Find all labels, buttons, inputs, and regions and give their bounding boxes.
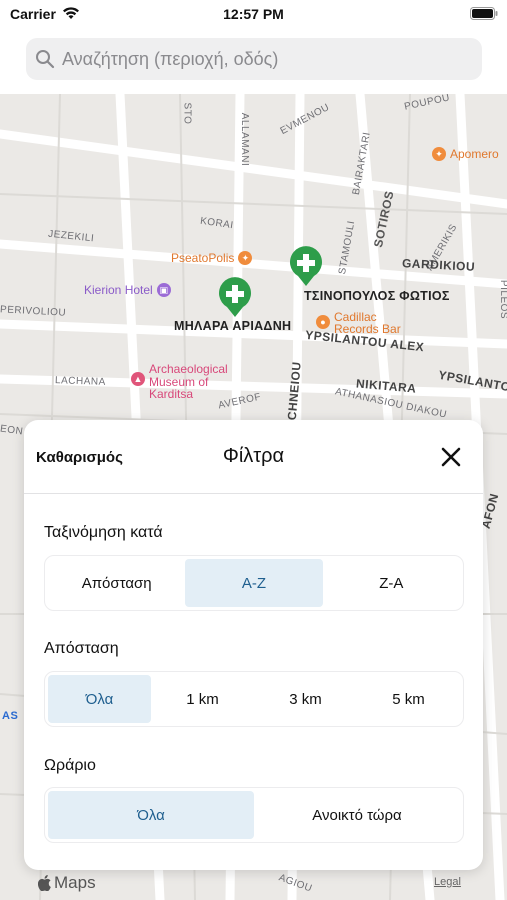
hours-option-open-now[interactable]: Ανοικτό τώρα — [254, 791, 460, 839]
sort-option-a-z[interactable]: A-Z — [185, 559, 323, 607]
status-time: 12:57 PM — [223, 6, 284, 22]
filter-sheet-title: Φίλτρα — [222, 445, 285, 467]
museum-icon: ▲ — [131, 372, 145, 386]
pharmacy-label: ΜΗΛΑΡΑ ΑΡΙΑΔΝΗ — [174, 319, 292, 333]
distance-segmented-control: Όλα 1 km 3 km 5 km — [44, 671, 464, 727]
poi-label: Apomero — [450, 147, 499, 161]
search-area — [0, 30, 507, 94]
pharmacy-pin-icon[interactable] — [217, 276, 253, 318]
search-box[interactable] — [26, 38, 482, 80]
street-label: ALLAMANI — [239, 112, 251, 167]
sort-option-z-a[interactable]: Z-A — [323, 559, 460, 607]
distance-option-3km[interactable]: 3 km — [254, 675, 357, 723]
close-button[interactable] — [438, 444, 464, 470]
street-label: STO — [181, 102, 193, 125]
bar-icon: ● — [316, 315, 330, 329]
pharmacy-pin-icon[interactable] — [288, 245, 324, 287]
poi-label: Archaeological Museum of Karditsa — [149, 362, 228, 401]
poi-museum[interactable]: ▲ Archaeological Museum of Karditsa — [131, 363, 228, 401]
restaurant-icon: ✦ — [432, 147, 446, 161]
hours-segmented-control: Όλα Ανοικτό τώρα — [44, 787, 464, 843]
poi-label: Cadillac Records Bar — [334, 310, 401, 336]
street-label: AS — [2, 710, 19, 722]
hours-section-label: Ωράριο — [44, 757, 96, 774]
poi-apomero[interactable]: ✦ Apomero — [432, 147, 499, 161]
filter-sheet-header: Καθαρισμός Φίλτρα — [24, 420, 483, 494]
battery-icon — [470, 7, 498, 20]
filter-sheet: Καθαρισμός Φίλτρα Ταξινόμηση κατά Απόστα… — [24, 420, 483, 870]
distance-option-1km[interactable]: 1 km — [151, 675, 254, 723]
distance-option-all[interactable]: Όλα — [48, 675, 151, 723]
sort-segmented-control: Απόσταση A-Z Z-A — [44, 555, 464, 611]
distance-option-5km[interactable]: 5 km — [357, 675, 460, 723]
distance-section-label: Απόσταση — [44, 640, 119, 657]
legal-link[interactable]: Legal — [434, 876, 461, 888]
maps-logo-text: Maps — [54, 873, 96, 892]
maps-logo: Maps — [38, 873, 96, 893]
poi-cadillac[interactable]: ● Cadillac Records Bar — [316, 311, 401, 335]
poi-kierion-hotel[interactable]: Kierion Hotel ▣ — [84, 283, 171, 297]
poi-label: Kierion Hotel — [84, 283, 153, 297]
poi-label: PseatoPolis — [171, 251, 235, 265]
hours-option-all[interactable]: Όλα — [48, 791, 254, 839]
hotel-icon: ▣ — [156, 283, 171, 297]
apple-icon — [38, 875, 51, 891]
restaurant-icon: ✦ — [238, 251, 253, 265]
search-input[interactable] — [62, 38, 472, 80]
status-bar: Carrier 12:57 PM — [0, 0, 507, 30]
street-label: PILEOS — [498, 279, 507, 320]
pharmacy-label: ΤΣΙΝΟΠΟΥΛΟΣ ΦΩΤΙΟΣ — [304, 289, 450, 303]
close-icon — [441, 447, 461, 467]
search-icon — [36, 50, 55, 69]
sort-section-label: Ταξινόμηση κατά — [44, 524, 163, 541]
street-label: LACHANA — [54, 375, 106, 388]
poi-pseatopolis[interactable]: PseatoPolis ✦ — [171, 251, 253, 265]
sort-option-distance[interactable]: Απόσταση — [48, 559, 185, 607]
